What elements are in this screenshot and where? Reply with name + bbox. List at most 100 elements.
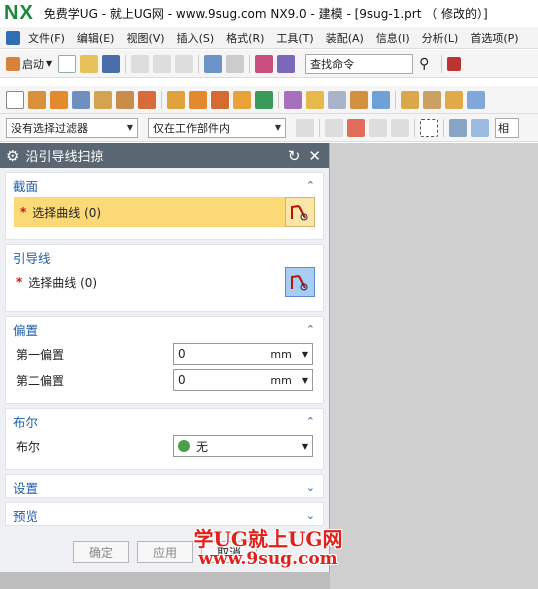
chevron-up-icon[interactable]: ⌃ bbox=[306, 415, 315, 428]
first-offset-row: 第一偏置 0 mm ▼ bbox=[6, 341, 323, 367]
reset-icon[interactable]: ↻ bbox=[288, 147, 301, 165]
apply-button[interactable]: 应用 bbox=[137, 541, 193, 563]
surface-icon[interactable] bbox=[467, 90, 485, 109]
chevron-up-icon[interactable]: ⌃ bbox=[306, 323, 315, 336]
menu-edit[interactable]: 编辑(E) bbox=[71, 30, 121, 46]
app-menu-icon[interactable] bbox=[6, 30, 20, 45]
guide-select-curve-row[interactable]: * 选择曲线 (0) bbox=[6, 267, 315, 297]
close-icon[interactable]: ✕ bbox=[308, 147, 321, 165]
subtract-icon[interactable] bbox=[211, 90, 229, 109]
chevron-down-icon[interactable]: ▼ bbox=[302, 376, 308, 385]
mirror-icon[interactable] bbox=[423, 90, 441, 109]
chamfer-icon[interactable] bbox=[284, 90, 302, 109]
blend-icon[interactable] bbox=[255, 90, 273, 109]
offset-group-header[interactable]: 偏置 ⌃ bbox=[6, 317, 323, 341]
pocket-icon[interactable] bbox=[116, 90, 134, 109]
menu-assembly[interactable]: 装配(A) bbox=[320, 30, 370, 46]
offset-group: 偏置 ⌃ 第一偏置 0 mm ▼ 第二偏置 0 mm ▼ bbox=[5, 316, 324, 404]
draft-icon[interactable] bbox=[350, 90, 368, 109]
feature-toolbar bbox=[0, 86, 538, 114]
menu-insert[interactable]: 插入(S) bbox=[171, 30, 221, 46]
hole-icon[interactable] bbox=[72, 90, 90, 109]
shaded-view-icon[interactable] bbox=[471, 118, 489, 137]
boolean-group-header[interactable]: 布尔 ⌃ bbox=[6, 409, 323, 433]
second-offset-input[interactable]: 0 mm ▼ bbox=[173, 369, 313, 391]
nx-logo: NX bbox=[4, 2, 34, 24]
offset-face-icon[interactable] bbox=[372, 90, 390, 109]
chevron-down-icon[interactable]: ⌄ bbox=[306, 509, 315, 522]
fit-view-icon[interactable] bbox=[449, 118, 467, 137]
section-group-header[interactable]: 截面 ⌃ bbox=[6, 173, 323, 197]
second-offset-row: 第二偏置 0 mm ▼ bbox=[6, 367, 323, 393]
ok-button[interactable]: 确定 bbox=[73, 541, 129, 563]
intersect-icon[interactable] bbox=[233, 90, 251, 109]
move-icon[interactable] bbox=[325, 118, 343, 137]
menu-analysis[interactable]: 分析(L) bbox=[416, 30, 465, 46]
command-search-input[interactable]: 查找命令 bbox=[305, 53, 414, 74]
menu-view[interactable]: 视图(V) bbox=[120, 30, 170, 46]
pattern-icon[interactable] bbox=[445, 90, 463, 109]
command-finder-icon[interactable] bbox=[277, 54, 296, 73]
snap-point-icon[interactable] bbox=[296, 118, 314, 137]
search-icon[interactable]: ⚲ bbox=[419, 56, 429, 72]
chevron-down-icon[interactable]: ▼ bbox=[302, 442, 308, 451]
type-filter-dropdown[interactable]: 没有选择过滤器 ▼ bbox=[6, 117, 138, 138]
dialog-title: 沿引导线扫掠 bbox=[25, 150, 104, 165]
required-icon: * bbox=[20, 205, 27, 219]
select-curve-icon[interactable] bbox=[285, 267, 315, 297]
shell-icon[interactable] bbox=[306, 90, 324, 109]
cut-icon[interactable] bbox=[131, 54, 150, 73]
boolean-dropdown[interactable]: 无 ▼ bbox=[173, 435, 313, 457]
point-snap-icon[interactable] bbox=[347, 118, 365, 137]
chevron-down-icon[interactable]: ⌄ bbox=[306, 481, 315, 494]
undo-icon[interactable] bbox=[204, 54, 223, 73]
endpoint-icon[interactable] bbox=[369, 118, 387, 137]
sew-icon[interactable] bbox=[401, 90, 419, 109]
selection-scope-dropdown[interactable]: 仅在工作部件内 ▼ bbox=[148, 117, 286, 138]
menu-tools[interactable]: 工具(T) bbox=[270, 30, 319, 46]
pad-icon[interactable] bbox=[138, 90, 156, 109]
window-title: 免费学UG - 就上UG网 - www.9sug.com NX9.0 - 建模 … bbox=[43, 7, 488, 21]
trim-icon[interactable] bbox=[328, 90, 346, 109]
preview-group-header[interactable]: 预览 ⌄ bbox=[6, 503, 323, 527]
new-file-icon[interactable] bbox=[58, 54, 77, 73]
graphics-window[interactable] bbox=[330, 143, 538, 589]
settings-group: 设置 ⌄ bbox=[5, 474, 324, 498]
copy-icon[interactable] bbox=[153, 54, 172, 73]
save-icon[interactable] bbox=[102, 54, 121, 73]
repeat-command-icon[interactable] bbox=[255, 54, 274, 73]
menu-format[interactable]: 格式(R) bbox=[220, 30, 270, 46]
section-group: 截面 ⌃ * 选择曲线 (0) bbox=[5, 172, 324, 240]
menu-preferences[interactable]: 首选项(P) bbox=[464, 30, 524, 46]
window-icon[interactable] bbox=[447, 56, 462, 71]
midpoint-icon[interactable] bbox=[391, 118, 409, 137]
title-bar: NX 免费学UG - 就上UG网 - www.9sug.com NX9.0 - … bbox=[0, 0, 538, 27]
redo-icon[interactable] bbox=[226, 54, 245, 73]
selection-toolbar: 没有选择过滤器 ▼ 仅在工作部件内 ▼ 相 bbox=[0, 114, 538, 142]
paste-icon[interactable] bbox=[175, 54, 194, 73]
menu-file[interactable]: 文件(F) bbox=[22, 30, 71, 46]
section-select-curve-row[interactable]: * 选择曲线 (0) bbox=[14, 197, 315, 227]
boolean-row: 布尔 无 ▼ bbox=[6, 433, 323, 459]
chevron-up-icon[interactable]: ⌃ bbox=[306, 179, 315, 192]
watermark: 学UG就上UG网 www.9sug.com bbox=[193, 527, 343, 569]
extrude-icon[interactable] bbox=[28, 90, 46, 109]
unite-icon[interactable] bbox=[189, 90, 207, 109]
start-dropdown-icon[interactable]: ▼ bbox=[46, 59, 52, 68]
chevron-down-icon[interactable]: ▼ bbox=[302, 350, 308, 359]
menu-info[interactable]: 信息(I) bbox=[370, 30, 416, 46]
settings-group-header[interactable]: 设置 ⌄ bbox=[6, 475, 323, 499]
standard-toolbar: 启动 ▼ 查找命令 ⚲ bbox=[0, 50, 538, 78]
datum-icon[interactable] bbox=[167, 90, 185, 109]
open-folder-icon[interactable] bbox=[80, 54, 99, 73]
rectangle-select-icon[interactable] bbox=[420, 118, 438, 137]
sketch-icon[interactable] bbox=[6, 90, 24, 109]
guide-group-header[interactable]: 引导线 bbox=[6, 245, 323, 269]
cut-dropdown[interactable]: 相 bbox=[495, 117, 519, 138]
first-offset-input[interactable]: 0 mm ▼ bbox=[173, 343, 313, 365]
boss-icon[interactable] bbox=[94, 90, 112, 109]
select-curve-icon[interactable] bbox=[285, 197, 315, 227]
start-button[interactable]: 启动 bbox=[22, 56, 44, 72]
revolve-icon[interactable] bbox=[50, 90, 68, 109]
start-icon[interactable] bbox=[6, 56, 20, 71]
